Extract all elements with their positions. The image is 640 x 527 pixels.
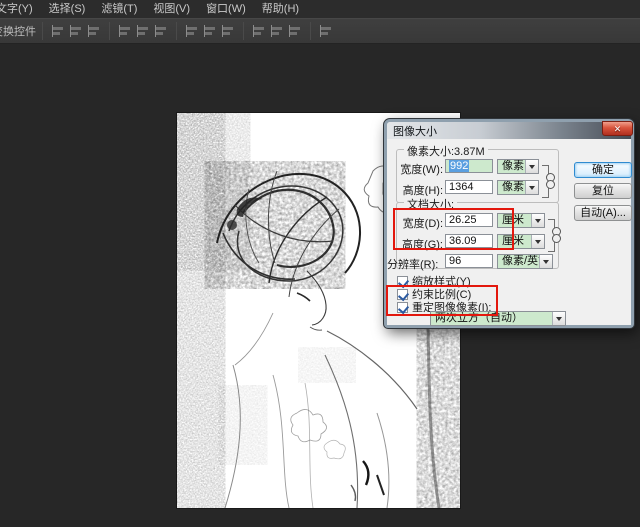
chevron-down-icon[interactable] (531, 214, 544, 227)
dialog-title-bar[interactable]: 图像大小 (387, 122, 631, 139)
pixel-width-input[interactable]: 992 (445, 159, 493, 173)
chain-link-icon (546, 173, 554, 189)
pixel-height-unit-select[interactable]: 像素 (497, 180, 539, 195)
menu-item-view[interactable]: 视图(V) (145, 0, 198, 18)
chevron-down-icon[interactable] (525, 160, 538, 173)
resolution-unit-select[interactable]: 像素/英寸 (497, 254, 553, 269)
reset-button[interactable]: 复位 (574, 183, 632, 199)
resolution-value: 96 (449, 255, 461, 267)
pixel-height-unit: 像素 (502, 181, 524, 193)
toolbar-divider (42, 22, 43, 40)
image-size-dialog: 图像大小 像素大小:3.87M 宽度(W): 992 像素 高度(H): 136… (384, 119, 634, 328)
toolbar-divider (109, 22, 110, 40)
pixel-width-unit: 像素 (502, 160, 524, 172)
pixel-size-legend: 像素大小:3.87M (404, 143, 488, 159)
menu-bar: 文字(Y) 选择(S) 滤镜(T) 视图(V) 窗口(W) 帮助(H) (0, 0, 640, 18)
align-right-edges-icon[interactable] (154, 24, 168, 38)
chevron-down-icon[interactable] (539, 255, 552, 268)
distribute-right-edges-icon[interactable] (288, 24, 302, 38)
pixel-width-value: 992 (449, 160, 469, 172)
chevron-down-icon[interactable] (531, 235, 544, 248)
menu-item-type[interactable]: 文字(Y) (0, 0, 41, 18)
align-left-edges-icon[interactable] (118, 24, 132, 38)
pixel-width-unit-select[interactable]: 像素 (497, 159, 539, 174)
alignment-icon-strip (49, 22, 335, 40)
chain-link-icon (552, 227, 560, 243)
distribute-left-edges-icon[interactable] (252, 24, 266, 38)
toolbar-divider (243, 22, 244, 40)
distribute-horizontal-centers-icon[interactable] (270, 24, 284, 38)
menu-item-window[interactable]: 窗口(W) (198, 0, 254, 18)
resolution-input[interactable]: 96 (445, 254, 493, 268)
menu-item-filter[interactable]: 滤镜(T) (93, 0, 145, 18)
align-bottom-edges-icon[interactable] (87, 24, 101, 38)
auto-align-layers-icon[interactable] (319, 24, 333, 38)
resolution-label: 分辨率(R): (387, 256, 433, 272)
ok-button[interactable]: 确定 (574, 162, 632, 178)
menu-item-select[interactable]: 选择(S) (41, 0, 94, 18)
annotation-box-checkboxes (386, 285, 498, 316)
toolbar-divider (176, 22, 177, 40)
pixel-height-value: 1364 (449, 181, 473, 193)
auto-button[interactable]: 自动(A)... (574, 205, 632, 221)
align-top-edges-icon[interactable] (51, 24, 65, 38)
annotation-box-document-size (393, 208, 514, 250)
chevron-down-icon[interactable] (552, 312, 565, 325)
dialog-body: 像素大小:3.87M 宽度(W): 992 像素 高度(H): 1364 像素 … (387, 139, 631, 325)
align-vertical-centers-icon[interactable] (69, 24, 83, 38)
dialog-title: 图像大小 (387, 123, 437, 139)
close-icon[interactable] (602, 121, 633, 136)
pixel-height-input[interactable]: 1364 (445, 180, 493, 194)
distribute-vertical-centers-icon[interactable] (203, 24, 217, 38)
align-horizontal-centers-icon[interactable] (136, 24, 150, 38)
toolbar-divider (310, 22, 311, 40)
pixel-width-label: 宽度(W): (397, 161, 443, 177)
menu-item-help[interactable]: 帮助(H) (254, 0, 307, 18)
distribute-bottom-edges-icon[interactable] (221, 24, 235, 38)
show-transform-controls-label: 变换控件 (0, 23, 36, 39)
distribute-top-edges-icon[interactable] (185, 24, 199, 38)
chevron-down-icon[interactable] (525, 181, 538, 194)
tool-options-bar: 变换控件 (0, 18, 640, 44)
